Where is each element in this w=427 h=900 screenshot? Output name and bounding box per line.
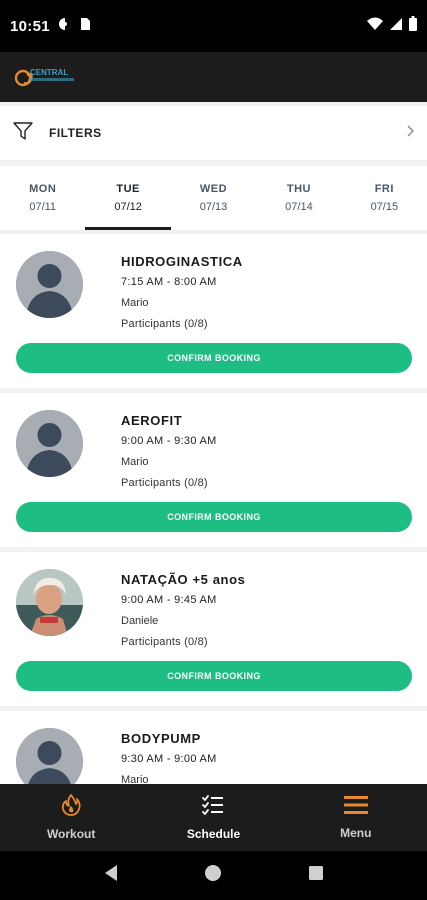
hamburger-icon bbox=[343, 795, 368, 820]
tab-label: Menu bbox=[340, 826, 372, 840]
app-screen: 10:51 CENTRAL FILTERS MON 07/11 TUE 07/1… bbox=[0, 0, 427, 900]
class-coach: Mario bbox=[121, 456, 149, 468]
confirm-booking-button[interactable]: CONFIRM BOOKING bbox=[16, 502, 412, 532]
checklist-icon bbox=[202, 794, 224, 821]
avatar bbox=[16, 410, 83, 477]
class-title: NATAÇÃO +5 anos bbox=[121, 572, 246, 587]
day-name: WED bbox=[199, 183, 228, 195]
brand-logo: CENTRAL bbox=[14, 66, 78, 88]
filter-funnel-icon bbox=[12, 120, 34, 147]
class-card: HIDROGINASTICA 7:15 AM - 8:00 AM Mario P… bbox=[0, 234, 427, 388]
day-date: 07/11 bbox=[29, 201, 57, 213]
instructor-photo bbox=[16, 569, 83, 636]
tab-menu[interactable]: Menu bbox=[285, 784, 427, 851]
flame-icon bbox=[61, 794, 81, 821]
wifi-icon bbox=[367, 17, 383, 36]
sim-card-icon bbox=[80, 17, 91, 36]
confirm-booking-button[interactable]: CONFIRM BOOKING bbox=[16, 343, 412, 373]
day-date: 07/13 bbox=[199, 201, 228, 213]
day-tabs: MON 07/11 TUE 07/12 WED 07/13 THU 07/14 … bbox=[0, 166, 427, 230]
day-date: 07/15 bbox=[370, 201, 399, 213]
tab-label: Schedule bbox=[186, 827, 241, 841]
recents-icon[interactable] bbox=[308, 865, 324, 886]
class-time: 7:15 AM - 8:00 AM bbox=[121, 276, 217, 288]
tab-schedule[interactable]: Schedule bbox=[142, 784, 284, 851]
day-name: MON bbox=[29, 183, 57, 195]
day-date: 07/12 bbox=[114, 201, 142, 213]
signal-icon bbox=[389, 17, 403, 36]
class-time: 9:30 AM - 9:00 AM bbox=[121, 753, 217, 765]
day-tab-fri[interactable]: FRI 07/15 bbox=[342, 166, 427, 230]
chevron-right-icon bbox=[405, 124, 415, 143]
person-placeholder-icon bbox=[16, 728, 83, 784]
class-coach: Daniele bbox=[121, 615, 159, 627]
theme-status-icon bbox=[58, 17, 72, 36]
tab-label: Workout bbox=[46, 827, 96, 841]
avatar bbox=[16, 569, 83, 636]
app-header: CENTRAL bbox=[0, 52, 427, 102]
class-card: BODYPUMP 9:30 AM - 9:00 AM Mario bbox=[0, 711, 427, 784]
day-tab-tue[interactable]: TUE 07/12 bbox=[85, 166, 172, 230]
home-icon[interactable] bbox=[204, 864, 222, 887]
confirm-booking-button[interactable]: CONFIRM BOOKING bbox=[16, 661, 412, 691]
filters-label: FILTERS bbox=[49, 126, 102, 140]
day-tab-mon[interactable]: MON 07/11 bbox=[0, 166, 85, 230]
day-tab-thu[interactable]: THU 07/14 bbox=[256, 166, 341, 230]
person-placeholder-icon bbox=[16, 251, 83, 318]
status-bar: 10:51 bbox=[0, 0, 427, 52]
day-name: FRI bbox=[374, 183, 394, 195]
svg-text:CENTRAL: CENTRAL bbox=[30, 68, 68, 77]
class-title: BODYPUMP bbox=[121, 731, 201, 746]
bottom-tab-bar: Workout Schedule Menu bbox=[0, 784, 427, 851]
class-time: 9:00 AM - 9:45 AM bbox=[121, 594, 217, 606]
class-coach: Mario bbox=[121, 297, 149, 309]
class-participants: Participants (0/8) bbox=[121, 318, 208, 330]
class-list[interactable]: HIDROGINASTICA 7:15 AM - 8:00 AM Mario P… bbox=[0, 234, 427, 784]
class-participants: Participants (0/8) bbox=[121, 477, 208, 489]
status-time: 10:51 bbox=[10, 17, 50, 35]
system-nav-bar bbox=[0, 851, 427, 900]
class-card: NATAÇÃO +5 anos 9:00 AM - 9:45 AM Daniel… bbox=[0, 552, 427, 706]
class-title: HIDROGINASTICA bbox=[121, 254, 243, 269]
avatar bbox=[16, 251, 83, 318]
avatar bbox=[16, 728, 83, 784]
day-date: 07/14 bbox=[285, 201, 313, 213]
class-time: 9:00 AM - 9:30 AM bbox=[121, 435, 217, 447]
day-name: THU bbox=[286, 183, 311, 195]
tab-workout[interactable]: Workout bbox=[0, 784, 142, 851]
day-tab-wed[interactable]: WED 07/13 bbox=[171, 166, 256, 230]
class-card: AEROFIT 9:00 AM - 9:30 AM Mario Particip… bbox=[0, 393, 427, 547]
person-placeholder-icon bbox=[16, 410, 83, 477]
day-name: TUE bbox=[116, 183, 140, 195]
class-coach: Mario bbox=[121, 774, 149, 784]
class-participants: Participants (0/8) bbox=[121, 636, 208, 648]
filters-row[interactable]: FILTERS bbox=[0, 106, 427, 160]
class-title: AEROFIT bbox=[121, 413, 183, 428]
back-icon[interactable] bbox=[103, 864, 119, 887]
battery-icon bbox=[409, 16, 417, 36]
